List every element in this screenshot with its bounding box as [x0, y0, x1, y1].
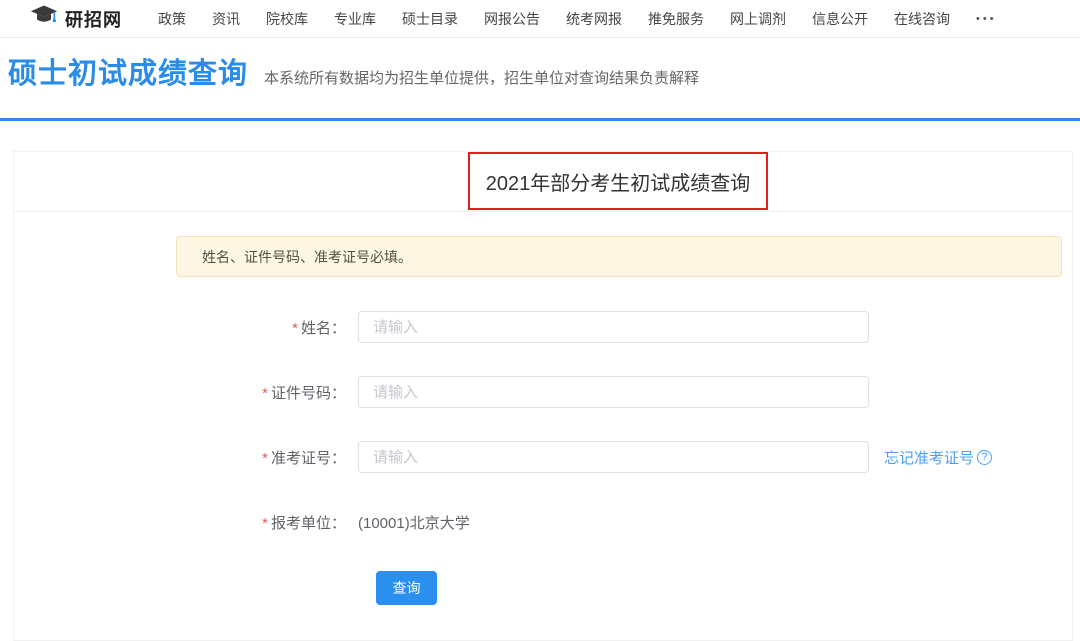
card-body: 姓名、证件号码、准考证号必填。 *姓名： *证件号码： *准考证号： 忘记准考证… — [14, 236, 1072, 605]
forgot-admission-ticket-link[interactable]: 忘记准考证号? — [884, 447, 992, 468]
query-card: 2021年部分考生初试成绩查询 姓名、证件号码、准考证号必填。 *姓名： *证件… — [13, 151, 1073, 641]
question-circle-icon: ? — [977, 450, 992, 465]
target-university-label: *报考单位： — [14, 512, 346, 533]
required-marker: * — [262, 450, 268, 467]
required-marker: * — [292, 320, 298, 337]
red-annotation-box: 2021年部分考生初试成绩查询 — [468, 152, 768, 210]
target-university-label-text: 报考单位： — [271, 515, 346, 532]
admission-ticket-label-text: 准考证号： — [271, 450, 346, 467]
notice-banner: 姓名、证件号码、准考证号必填。 — [176, 236, 1062, 277]
name-label-text: 姓名： — [301, 320, 346, 337]
query-submit-button[interactable]: 查询 — [376, 571, 437, 605]
card-header: 2021年部分考生初试成绩查询 — [14, 152, 1072, 212]
nav-more-button[interactable]: ••• — [976, 13, 997, 25]
graduation-cap-icon — [30, 4, 58, 33]
form-row-target-university: *报考单位： (10001)北京大学 — [14, 506, 1072, 538]
form-row-id-number: *证件号码： — [14, 376, 1072, 408]
id-number-label: *证件号码： — [14, 382, 346, 403]
id-number-input[interactable] — [358, 376, 869, 408]
required-marker: * — [262, 515, 268, 532]
nav-item[interactable]: 专业库 — [334, 9, 376, 29]
page-title: 硕士初试成绩查询 — [8, 54, 248, 94]
name-label: *姓名： — [14, 317, 346, 338]
nav-item[interactable]: 统考网报 — [566, 9, 622, 29]
nav-menu: 政策 资讯 院校库 专业库 硕士目录 网报公告 统考网报 推免服务 网上调剂 信息公开 在线咨询 — [158, 9, 976, 29]
header-divider — [0, 118, 1080, 121]
nav-item[interactable]: 推免服务 — [648, 9, 704, 29]
site-logo-text: 研招网 — [65, 6, 122, 32]
nav-item[interactable]: 院校库 — [266, 9, 308, 29]
notice-text: 姓名、证件号码、准考证号必填。 — [202, 247, 412, 267]
required-marker: * — [262, 385, 268, 402]
nav-item[interactable]: 硕士目录 — [402, 9, 458, 29]
form-row-submit: 查询 — [14, 571, 1072, 605]
nav-item[interactable]: 在线咨询 — [894, 9, 950, 29]
page-subtitle: 本系统所有数据均为招生单位提供，招生单位对查询结果负责解释 — [264, 67, 699, 88]
id-number-label-text: 证件号码： — [271, 385, 346, 402]
nav-item[interactable]: 信息公开 — [812, 9, 868, 29]
admission-ticket-label: *准考证号： — [14, 447, 346, 468]
admission-ticket-input[interactable] — [358, 441, 869, 473]
nav-item[interactable]: 网上调剂 — [730, 9, 786, 29]
top-navigation: 研招网 政策 资讯 院校库 专业库 硕士目录 网报公告 统考网报 推免服务 网上调剂 信息公开 在线… — [0, 0, 1080, 38]
site-logo[interactable]: 研招网 — [30, 4, 122, 33]
name-input[interactable] — [358, 311, 869, 343]
form-row-name: *姓名： — [14, 311, 1072, 343]
page-header: 硕士初试成绩查询 本系统所有数据均为招生单位提供，招生单位对查询结果负责解释 — [0, 38, 1080, 94]
target-university-value: (10001)北京大学 — [358, 512, 470, 533]
nav-item[interactable]: 网报公告 — [484, 9, 540, 29]
card-title: 2021年部分考生初试成绩查询 — [486, 167, 751, 196]
forgot-link-text: 忘记准考证号 — [884, 447, 974, 468]
nav-item[interactable]: 资讯 — [212, 9, 240, 29]
nav-item[interactable]: 政策 — [158, 9, 186, 29]
form-row-admission-ticket: *准考证号： 忘记准考证号? — [14, 441, 1072, 473]
query-form: *姓名： *证件号码： *准考证号： 忘记准考证号? *报考单位： (10001… — [14, 311, 1072, 605]
